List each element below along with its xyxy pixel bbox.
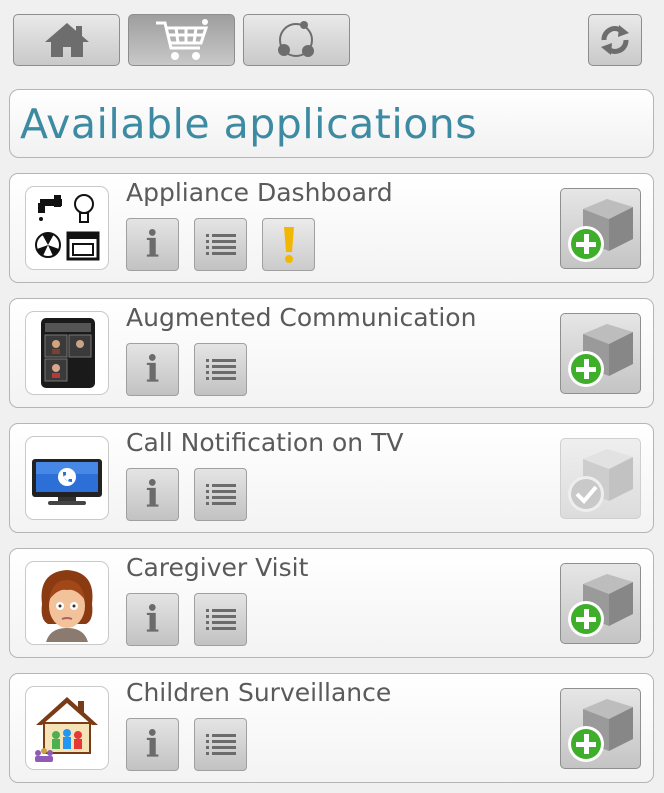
store-button[interactable] (128, 14, 235, 66)
install-icon (568, 699, 633, 762)
details-button[interactable] (194, 593, 247, 646)
app-card: Call Notification on TV i (9, 423, 654, 533)
install-button[interactable] (560, 688, 641, 769)
app-card: Augmented Communication i (9, 298, 654, 408)
install-icon (568, 324, 633, 387)
details-button[interactable] (194, 468, 247, 521)
caregiver-icon (41, 570, 93, 642)
info-icon: i (145, 723, 160, 766)
install-icon (568, 574, 633, 637)
app-card: Appliance Dashboard i (9, 173, 654, 283)
home-button[interactable] (13, 14, 120, 66)
info-icon: i (145, 223, 160, 266)
warning-icon (283, 226, 294, 263)
list-icon (205, 483, 236, 505)
install-icon (568, 199, 633, 262)
app-icon (25, 186, 109, 270)
app-icon (25, 686, 109, 770)
info-button[interactable]: i (126, 343, 179, 396)
refresh-button[interactable] (588, 14, 642, 66)
app-name: Appliance Dashboard (126, 178, 393, 207)
info-icon: i (145, 473, 160, 516)
list-icon (205, 608, 236, 630)
app-card: Children Surveillance i (9, 673, 654, 783)
list-icon (205, 233, 236, 255)
appliance-icon (35, 194, 100, 261)
install-button[interactable] (560, 563, 641, 644)
refresh-icon (601, 25, 629, 55)
page-header: Available applications (9, 89, 654, 158)
network-icon (277, 21, 314, 57)
installed-button[interactable] (560, 438, 641, 519)
info-button[interactable]: i (126, 218, 179, 271)
cart-icon (155, 19, 208, 60)
page-title: Available applications (20, 100, 478, 148)
app-name: Augmented Communication (126, 303, 477, 332)
app-icon (25, 436, 109, 520)
warning-button[interactable] (262, 218, 315, 271)
toolbar (0, 0, 664, 80)
network-button[interactable] (243, 14, 350, 66)
details-button[interactable] (194, 218, 247, 271)
app-name: Caregiver Visit (126, 553, 309, 582)
details-button[interactable] (194, 718, 247, 771)
app-card: Caregiver Visit i (9, 548, 654, 658)
app-icon (25, 561, 109, 645)
tv-icon (32, 459, 102, 505)
info-button[interactable]: i (126, 468, 179, 521)
app-name: Call Notification on TV (126, 428, 404, 457)
list-icon (205, 733, 236, 755)
communication-icon (41, 318, 95, 388)
install-button[interactable] (560, 313, 641, 394)
info-button[interactable]: i (126, 593, 179, 646)
house-icon (35, 697, 98, 762)
installed-icon (568, 449, 633, 512)
home-icon (44, 23, 89, 57)
info-icon: i (145, 348, 160, 391)
app-icon (25, 311, 109, 395)
details-button[interactable] (194, 343, 247, 396)
install-button[interactable] (560, 188, 641, 269)
app-name: Children Surveillance (126, 678, 392, 707)
list-icon (205, 358, 236, 380)
info-button[interactable]: i (126, 718, 179, 771)
info-icon: i (145, 598, 160, 641)
